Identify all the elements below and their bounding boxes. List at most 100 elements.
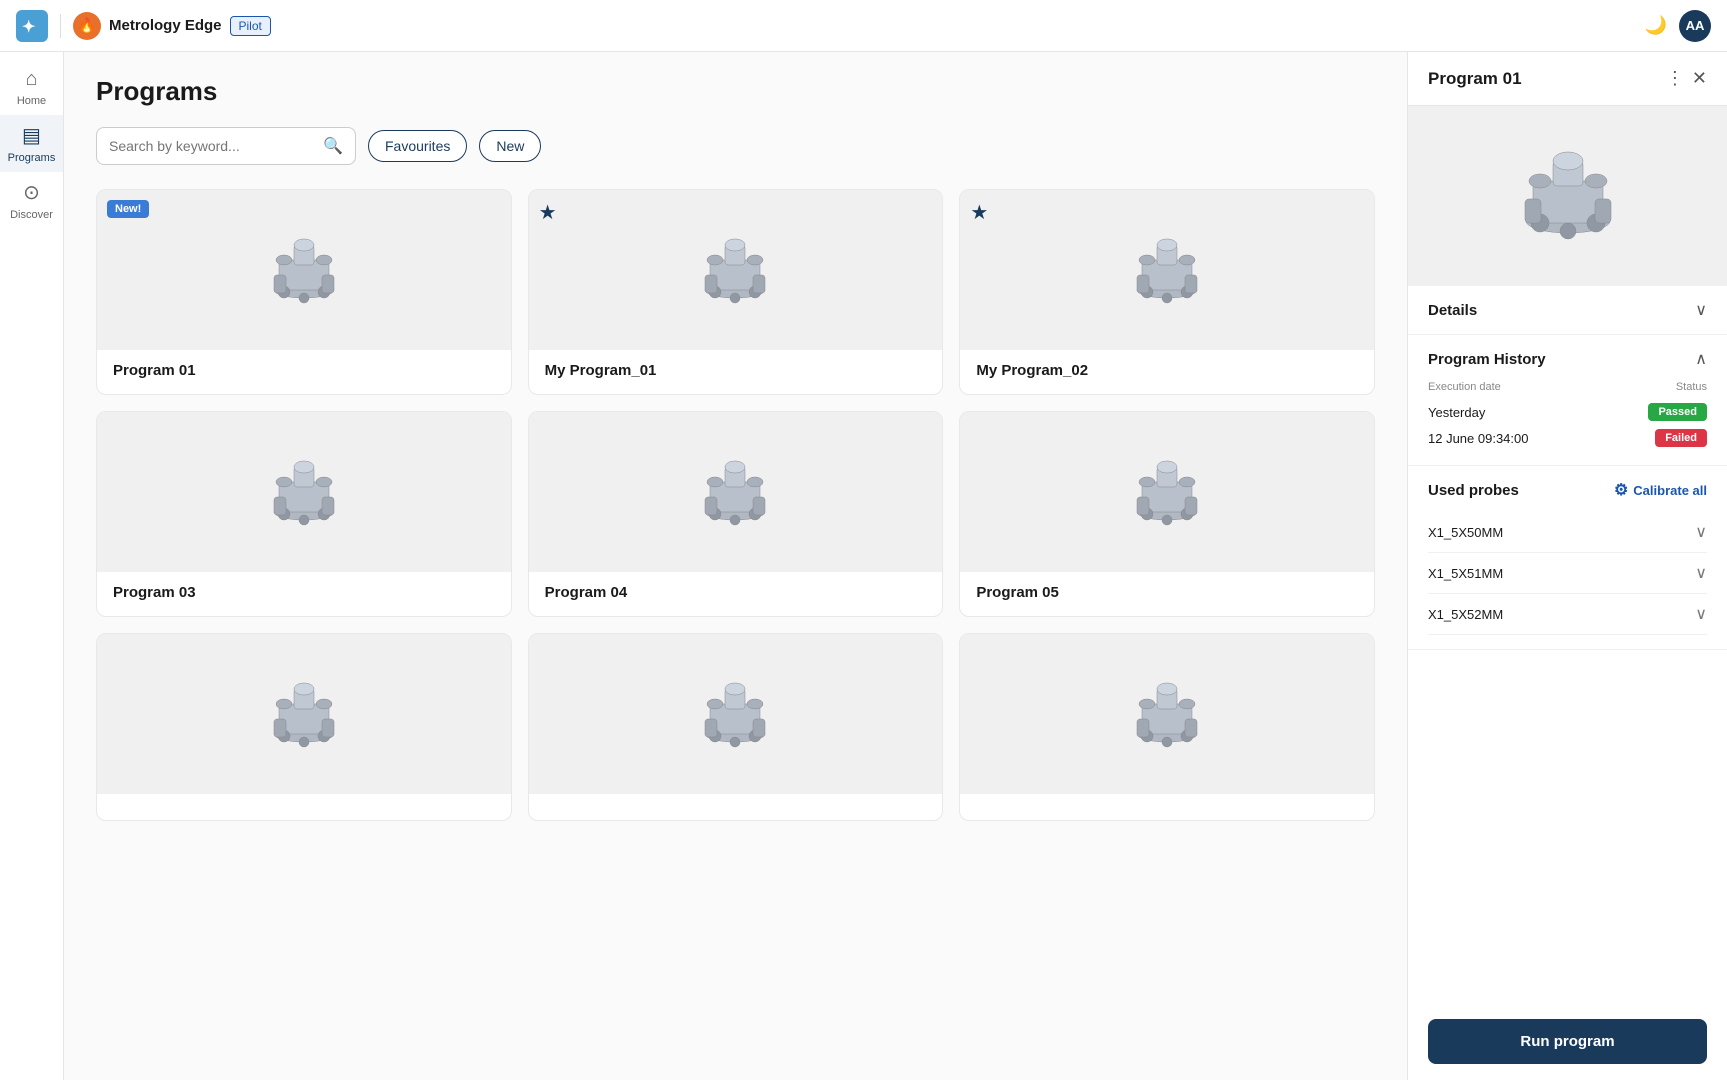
- page-title: Programs: [96, 76, 1375, 107]
- new-filter-button[interactable]: New: [479, 130, 541, 162]
- part-thumbnail: [1112, 664, 1222, 764]
- card-title-p04: Program 03: [113, 584, 196, 601]
- part-thumbnail: [680, 220, 790, 320]
- toolbar: 🔍 Favourites New: [96, 127, 1375, 165]
- panel-menu-icon[interactable]: ⋮: [1666, 68, 1684, 89]
- card-title-p02: My Program_01: [545, 362, 657, 379]
- card-body-p07: [97, 794, 511, 820]
- probes-list: X1_5X50MM ∨ X1_5X51MM ∨ X1_5X52MM ∨: [1428, 512, 1707, 635]
- card-body-p08: [529, 794, 943, 820]
- card-title-p05: Program 04: [545, 584, 628, 601]
- card-image-p07: [97, 634, 511, 794]
- sidebar: ⌂ Home ▤ Programs ⊙ Discover: [0, 52, 64, 1080]
- details-chevron-icon: ∨: [1695, 300, 1707, 320]
- favourites-filter-button[interactable]: Favourites: [368, 130, 467, 162]
- sidebar-item-home[interactable]: ⌂ Home: [0, 60, 63, 115]
- program-card-p04[interactable]: Program 03: [96, 411, 512, 617]
- calibrate-icon: ⚙: [1614, 480, 1628, 500]
- card-body-p09: [960, 794, 1374, 820]
- part-thumbnail: [249, 220, 359, 320]
- program-card-p01[interactable]: New!: [96, 189, 512, 395]
- part-thumbnail: [1112, 442, 1222, 542]
- panel-part-thumbnail: [1498, 126, 1638, 266]
- sidebar-item-programs[interactable]: ▤ Programs: [0, 115, 63, 172]
- history-row-1: 12 June 09:34:00 Failed: [1428, 425, 1707, 451]
- probe-row-2[interactable]: X1_5X52MM ∨: [1428, 594, 1707, 635]
- svg-text:✦: ✦: [22, 19, 35, 36]
- history-section-title: Program History: [1428, 351, 1546, 368]
- program-card-p09[interactable]: [959, 633, 1375, 821]
- history-section: Program History ∧ Execution date Status …: [1408, 335, 1727, 466]
- run-program-button[interactable]: Run program: [1428, 1019, 1707, 1064]
- card-body-p06: Program 05: [960, 572, 1374, 616]
- right-panel: Program 01 ⋮ ✕: [1407, 52, 1727, 1080]
- part-thumbnail: [680, 664, 790, 764]
- probe-name-1: X1_5X51MM: [1428, 566, 1503, 581]
- probes-section: Used probes ⚙ Calibrate all X1_5X50MM ∨ …: [1408, 466, 1727, 650]
- probes-section-title: Used probes: [1428, 482, 1519, 499]
- probe-chevron-1: ∨: [1695, 563, 1707, 583]
- probe-name-2: X1_5X52MM: [1428, 607, 1503, 622]
- status-badge-0: Passed: [1648, 403, 1707, 421]
- part-thumbnail: [1112, 220, 1222, 320]
- part-thumbnail: [680, 442, 790, 542]
- card-image-p02: ★: [529, 190, 943, 350]
- details-section-header[interactable]: Details ∨: [1428, 300, 1707, 320]
- history-date-0: Yesterday: [1428, 405, 1485, 420]
- sidebar-item-label: Programs: [8, 152, 56, 164]
- programs-icon: ▤: [22, 123, 41, 148]
- card-image-p08: [529, 634, 943, 794]
- sidebar-item-label: Home: [17, 95, 46, 107]
- panel-close-button[interactable]: ✕: [1692, 68, 1707, 89]
- card-image-p04: [97, 412, 511, 572]
- probe-chevron-0: ∨: [1695, 522, 1707, 542]
- discover-icon: ⊙: [23, 180, 40, 205]
- program-card-p05[interactable]: Program 04: [528, 411, 944, 617]
- card-body-p02: My Program_01: [529, 350, 943, 394]
- search-input[interactable]: [109, 138, 315, 154]
- card-image-p05: [529, 412, 943, 572]
- probe-name-0: X1_5X50MM: [1428, 525, 1503, 540]
- sidebar-item-label: Discover: [10, 209, 53, 221]
- calibrate-all-button[interactable]: ⚙ Calibrate all: [1614, 480, 1707, 500]
- program-card-p02[interactable]: ★: [528, 189, 944, 395]
- panel-title: Program 01: [1428, 69, 1658, 89]
- card-body-p04: Program 03: [97, 572, 511, 616]
- history-row-0: Yesterday Passed: [1428, 399, 1707, 425]
- programs-grid: New!: [96, 189, 1375, 821]
- history-chevron-icon: ∧: [1695, 349, 1707, 369]
- panel-header: Program 01 ⋮ ✕: [1408, 52, 1727, 106]
- brand-icon: 🔥: [73, 12, 101, 40]
- card-body-p01: Program 01: [97, 350, 511, 394]
- part-thumbnail: [249, 442, 359, 542]
- program-card-p08[interactable]: [528, 633, 944, 821]
- card-image-p03: ★: [960, 190, 1374, 350]
- theme-toggle-icon[interactable]: 🌙: [1645, 15, 1667, 36]
- main-content: Programs 🔍 Favourites New New!: [64, 52, 1407, 1080]
- program-card-p07[interactable]: [96, 633, 512, 821]
- card-title-p03: My Program_02: [976, 362, 1088, 379]
- program-card-p03[interactable]: ★: [959, 189, 1375, 395]
- star-icon-p03: ★: [970, 200, 988, 225]
- details-section-title: Details: [1428, 302, 1477, 319]
- main-wrapper: ⌂ Home ▤ Programs ⊙ Discover Programs 🔍 …: [0, 52, 1727, 1080]
- card-image-p06: [960, 412, 1374, 572]
- probe-row-1[interactable]: X1_5X51MM ∨: [1428, 553, 1707, 594]
- probes-section-header: Used probes ⚙ Calibrate all: [1428, 480, 1707, 500]
- history-section-header[interactable]: Program History ∧: [1428, 349, 1707, 369]
- run-program-area: Run program: [1408, 1003, 1727, 1080]
- sidebar-item-discover[interactable]: ⊙ Discover: [0, 172, 63, 229]
- program-card-p06[interactable]: Program 05: [959, 411, 1375, 617]
- user-avatar[interactable]: AA: [1679, 10, 1711, 42]
- probe-row-0[interactable]: X1_5X50MM ∨: [1428, 512, 1707, 553]
- history-col-date: Execution date: [1428, 381, 1501, 393]
- new-badge: New!: [107, 200, 149, 218]
- home-icon: ⌂: [25, 68, 37, 91]
- card-image-p09: [960, 634, 1374, 794]
- pilot-badge: Pilot: [230, 16, 271, 36]
- probe-chevron-2: ∨: [1695, 604, 1707, 624]
- brand-name: Metrology Edge: [109, 17, 222, 34]
- card-body-p05: Program 04: [529, 572, 943, 616]
- search-icon: 🔍: [323, 136, 343, 156]
- panel-preview: [1408, 106, 1727, 286]
